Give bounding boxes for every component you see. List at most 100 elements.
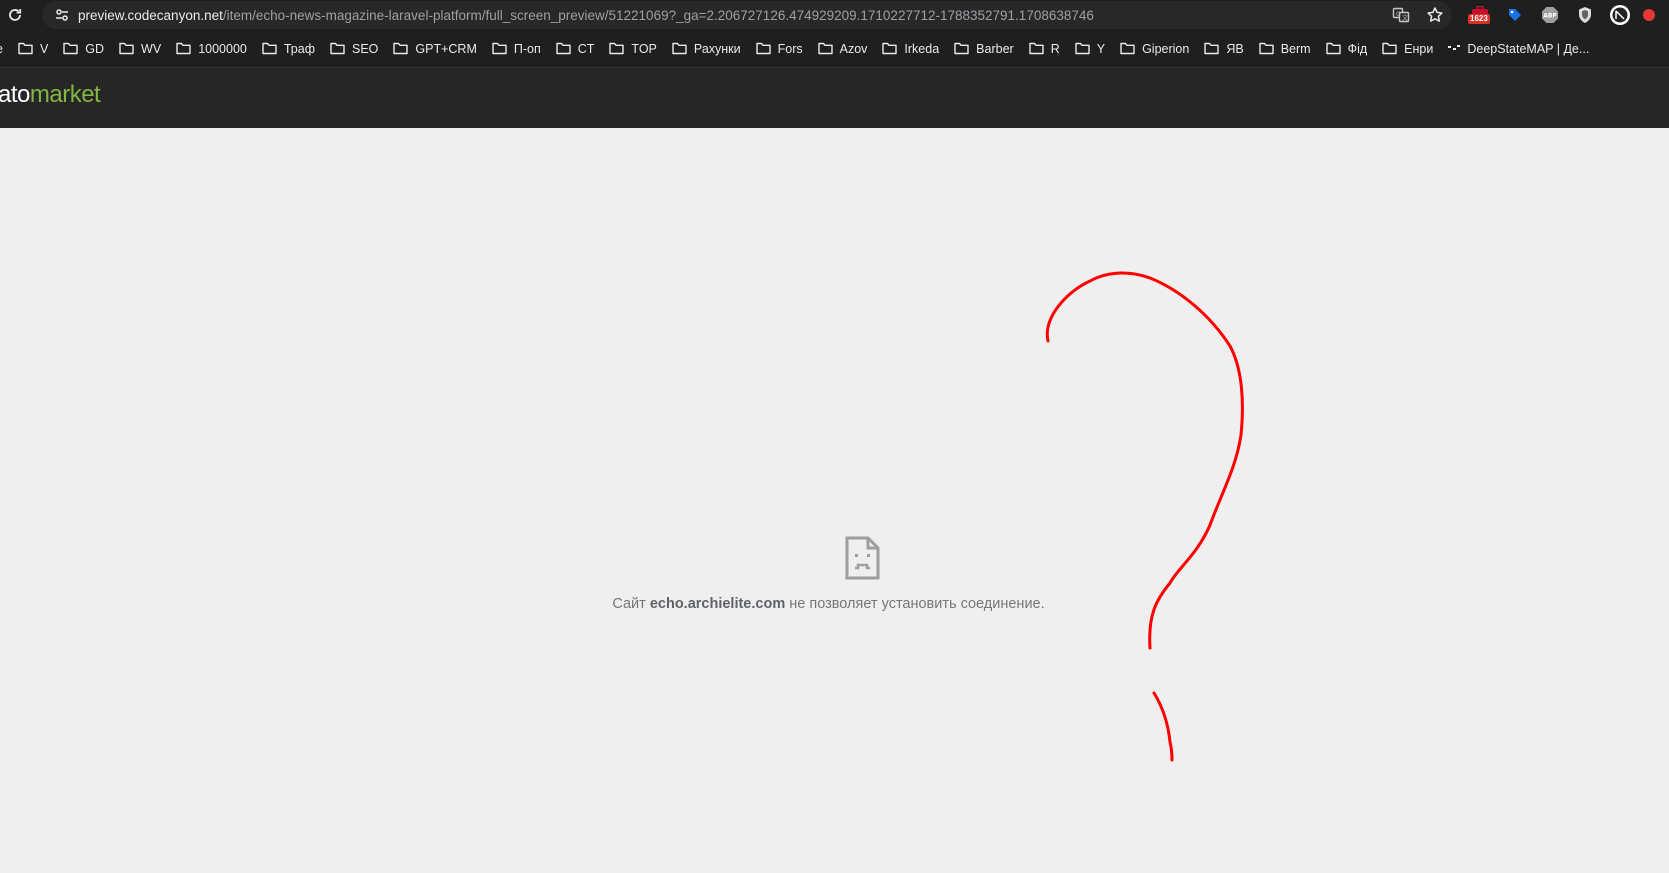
folder-icon [882, 42, 898, 55]
bookmark-label: CT [577, 41, 595, 56]
bookmark-item[interactable]: П-оп [484, 35, 548, 63]
extension-partial-button[interactable] [1637, 0, 1657, 30]
bookmark-item[interactable]: Траф [254, 35, 322, 63]
site-header: atomarket [0, 67, 1669, 128]
bookmark-item[interactable]: Енри [1374, 35, 1440, 63]
url-text[interactable]: preview.codecanyon.net/item/echo-news-ma… [78, 8, 1094, 23]
bookmark-label: V [39, 41, 49, 56]
bookmark-label: Рахунки [693, 41, 741, 56]
bookmark-label: TOP [631, 41, 657, 56]
site-favicon-icon [1448, 44, 1461, 50]
bookmark-label: Енри [1404, 41, 1434, 56]
bookmark-item[interactable]: R [1021, 35, 1067, 63]
bookmark-item[interactable]: 1000000 [168, 35, 254, 63]
folder-icon [672, 42, 687, 55]
bookmark-item[interactable]: Y [1067, 35, 1112, 63]
bookmark-label: Barber [976, 41, 1014, 56]
logo-part2: market [29, 81, 101, 108]
bookmark-item[interactable]: Фід [1318, 35, 1375, 63]
bookmark-label: GPT+CRM [415, 41, 477, 56]
bookmark-label: e [0, 42, 3, 56]
bookmark-item[interactable]: Azov [810, 35, 875, 63]
extensions-area: 1623 ABP [1462, 0, 1657, 30]
adblock-button[interactable]: ABP [1532, 0, 1567, 30]
site-info-button[interactable] [48, 1, 76, 29]
bookmark-label: Berm [1280, 41, 1311, 56]
extension-counter-button[interactable]: 1623 [1462, 0, 1497, 30]
bookmark-label: R [1050, 41, 1060, 56]
bookmark-label: Azov [839, 41, 868, 56]
bookmarks-bar: e V GD WV 1000000 Траф SEO GPT+CRM П-оп CT TOP Раху… [0, 30, 1669, 67]
folder-icon [1120, 42, 1135, 55]
url-host: preview.codecanyon.net [78, 7, 223, 23]
bookmark-item[interactable]: Giperion [1112, 35, 1196, 63]
folder-icon [556, 42, 571, 55]
preview-iframe: Сайт echo.archielite.com не позволяет ус… [0, 128, 1669, 873]
folder-icon [954, 42, 969, 55]
bookmark-label: Irkeda [904, 41, 940, 56]
error-suffix: не позволяет установить соединение. [789, 596, 1045, 612]
bookmark-item[interactable]: Irkeda [874, 35, 946, 63]
bookmark-item[interactable]: V [10, 35, 55, 63]
bookmark-item[interactable]: Рахунки [664, 35, 748, 63]
tag-extension-icon [1508, 9, 1521, 21]
bookmark-label: Giperion [1142, 41, 1190, 56]
svg-text:G: G [1396, 11, 1401, 18]
bookmark-item[interactable]: CT [548, 35, 602, 63]
logo-part1: ato [0, 81, 30, 108]
bookmark-item[interactable]: Barber [946, 35, 1021, 63]
bookmark-item[interactable]: DeepStateMAP | Де... [1440, 35, 1596, 63]
folder-icon [119, 42, 134, 55]
bookmark-item[interactable]: GPT+CRM [385, 35, 483, 63]
bookmark-item[interactable]: WV [111, 35, 168, 63]
reload-icon [9, 9, 22, 21]
url-path: /item/echo-news-magazine-laravel-platfor… [222, 7, 1094, 23]
folder-icon [1075, 42, 1090, 55]
translate-button[interactable]: G 文 [1384, 1, 1418, 29]
profile-avatar-button[interactable] [1602, 0, 1637, 30]
bookmark-item[interactable]: ЯВ [1196, 35, 1250, 63]
bookmark-item[interactable]: SEO [322, 35, 385, 63]
reload-button[interactable] [0, 0, 30, 30]
folder-icon [1325, 42, 1341, 55]
bookmark-label: SEO [351, 41, 379, 56]
bookmark-label: ЯВ [1226, 41, 1244, 56]
red-extension-icon [1643, 9, 1655, 21]
browser-toolbar: preview.codecanyon.net/item/echo-news-ma… [0, 0, 1669, 30]
profile-avatar [1609, 5, 1630, 25]
broken-page-icon [845, 536, 880, 580]
folder-icon [1029, 42, 1044, 55]
tag-extension-button[interactable] [1497, 0, 1532, 30]
bookmark-star-button[interactable] [1418, 1, 1452, 29]
address-bar[interactable]: preview.codecanyon.net/item/echo-news-ma… [42, 1, 1452, 29]
folder-icon [262, 42, 277, 55]
bookmark-label: Траф [283, 41, 315, 56]
folder-icon [609, 42, 625, 55]
adblock-icon: ABP [1541, 7, 1558, 23]
tune-icon [56, 9, 68, 21]
shield-extension-icon [1578, 7, 1591, 23]
translate-icon: G 文 [1392, 7, 1410, 23]
bookmark-label: GD [85, 41, 105, 56]
envato-market-logo[interactable]: atomarket [0, 81, 101, 109]
folder-icon [1259, 42, 1274, 55]
bookmark-item[interactable]: TOP [601, 35, 663, 63]
bookmark-label: Фід [1347, 41, 1368, 56]
bookmark-item[interactable]: Fors [748, 35, 810, 63]
bookmark-label: Y [1096, 41, 1106, 56]
bookmark-label: Fors [777, 41, 803, 56]
folder-icon [817, 42, 833, 55]
folder-icon [18, 42, 33, 55]
folder-icon [1382, 42, 1397, 55]
bookmark-item[interactable]: GD [55, 35, 111, 63]
bookmark-item[interactable]: e [0, 35, 10, 63]
bookmark-label: П-оп [513, 41, 541, 56]
folder-icon [755, 42, 771, 55]
shield-extension-button[interactable] [1567, 0, 1602, 30]
error-prefix: Сайт [612, 596, 646, 612]
folder-icon [492, 42, 507, 55]
error-message: Сайт echo.archielite.com не позволяет ус… [0, 596, 1663, 612]
folder-icon [330, 42, 345, 55]
folder-icon [1204, 42, 1220, 55]
bookmark-item[interactable]: Berm [1251, 35, 1318, 63]
